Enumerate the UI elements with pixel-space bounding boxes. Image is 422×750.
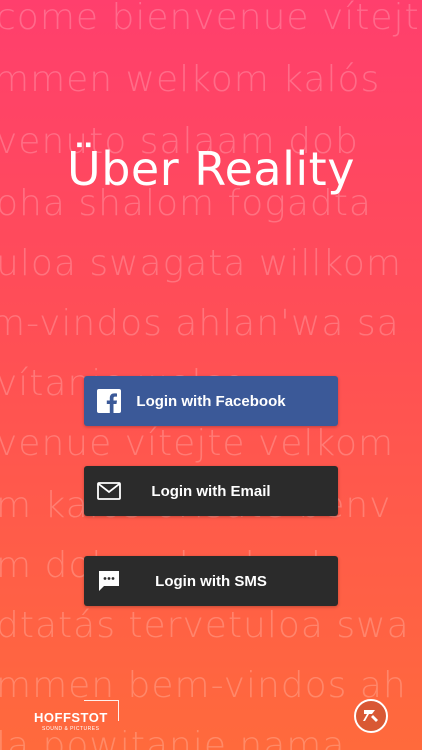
envelope-icon: [96, 478, 122, 504]
background-word-line: m-vindos ahlan'wa sa: [0, 303, 400, 344]
studio-logo-icon: [354, 699, 388, 733]
login-facebook-button[interactable]: Login with Facebook: [84, 376, 338, 426]
login-sms-label: Login with SMS: [155, 572, 267, 590]
facebook-icon: [96, 388, 122, 414]
background-word-line: dtatás tervetuloa swa: [0, 605, 410, 646]
hoffstot-brand-logo: HOFFSTOT SOUND & PICTURES: [30, 700, 122, 740]
app-title: Über Reality: [67, 142, 355, 196]
brand-name: HOFFSTOT: [34, 710, 108, 725]
login-facebook-label: Login with Facebook: [136, 392, 286, 410]
background-word-line: venue vítejte velkom: [0, 423, 395, 464]
login-email-button[interactable]: Login with Email: [84, 466, 338, 516]
sms-bubble-icon: [96, 568, 122, 594]
background-word-pattern: come bienvenue vítejte mmen welkom kalós…: [0, 0, 422, 750]
background-word-line: come bienvenue vítejte: [0, 0, 422, 38]
brand-subtitle: SOUND & PICTURES: [42, 726, 100, 732]
login-screen: come bienvenue vítejte mmen welkom kalós…: [0, 0, 422, 750]
background-word-line: mmen bem-vindos ah: [0, 665, 407, 706]
login-sms-button[interactable]: Login with SMS: [84, 556, 338, 606]
background-word-line: uloa swagata willkom: [0, 243, 402, 284]
login-email-label: Login with Email: [151, 482, 271, 500]
background-word-line: mmen welkom kalós: [0, 59, 381, 100]
